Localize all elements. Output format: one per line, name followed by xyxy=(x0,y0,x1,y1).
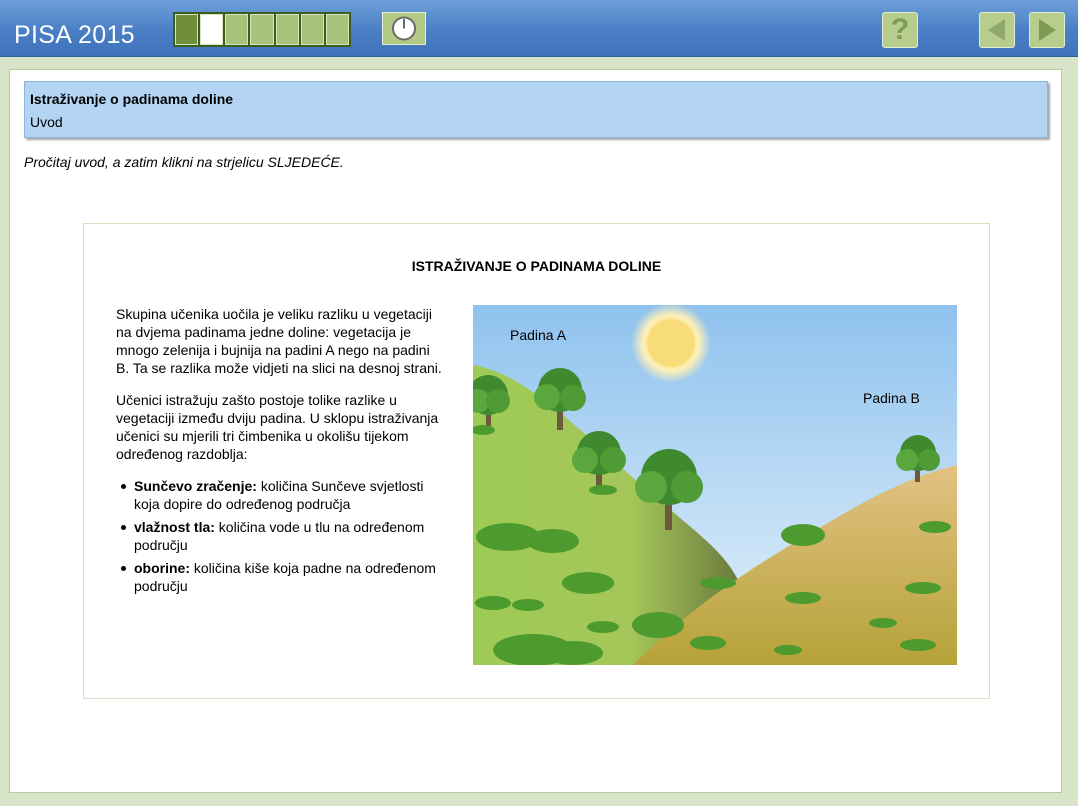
progress-segment xyxy=(175,14,199,45)
stimulus-text: Skupina učenika uočila je veliku razliku… xyxy=(116,305,446,600)
factor-term: vlažnost tla: xyxy=(134,519,215,535)
instruction-text: Pročitaj uvod, a zatim klikni na strjeli… xyxy=(24,154,344,170)
slope-b-label: Padina B xyxy=(863,390,920,406)
app-title: PISA 2015 xyxy=(14,21,135,49)
list-item: Sunčevo zračenje: količina Sunčeve svjet… xyxy=(121,477,446,513)
intro-paragraph: Skupina učenika uočila je veliku razliku… xyxy=(116,306,442,376)
unit-header: Istraživanje o padinama doline Uvod xyxy=(24,81,1048,138)
previous-button[interactable] xyxy=(979,12,1015,48)
valley-scene xyxy=(473,305,957,665)
valley-illustration: Padina A Padina B xyxy=(473,305,957,665)
timer-icon xyxy=(392,16,416,41)
list-item: oborine: količina kiše koja padne na odr… xyxy=(121,559,446,595)
unit-title: Istraživanje o padinama doline xyxy=(30,91,234,107)
stimulus-title: ISTRAŽIVANJE O PADINAMA DOLINE xyxy=(411,258,662,274)
progress-segment xyxy=(225,14,249,45)
progress-indicator xyxy=(173,12,351,47)
factor-term: Sunčevo zračenje: xyxy=(134,478,257,494)
progress-segment xyxy=(275,14,299,45)
next-button[interactable] xyxy=(1029,12,1065,48)
progress-segment xyxy=(250,14,274,45)
arrow-right-icon xyxy=(1039,19,1056,41)
help-button[interactable]: ? xyxy=(882,12,918,48)
factor-term: oborine: xyxy=(134,560,190,576)
timer-button[interactable] xyxy=(382,12,426,45)
top-bar: PISA 2015 ? xyxy=(0,0,1078,57)
research-paragraph: Učenici istražuju zašto postoje tolike r… xyxy=(116,392,439,462)
question-icon: ? xyxy=(890,13,910,46)
list-item: vlažnost tla: količina vode u tlu na odr… xyxy=(121,518,446,554)
progress-segment xyxy=(200,14,224,45)
factor-list: Sunčevo zračenje: količina Sunčeve svjet… xyxy=(116,477,446,595)
slope-a-label: Padina A xyxy=(510,327,567,343)
unit-subtitle: Uvod xyxy=(30,114,63,130)
progress-segment xyxy=(325,14,349,45)
progress-segment xyxy=(300,14,324,45)
arrow-left-icon xyxy=(988,19,1005,41)
